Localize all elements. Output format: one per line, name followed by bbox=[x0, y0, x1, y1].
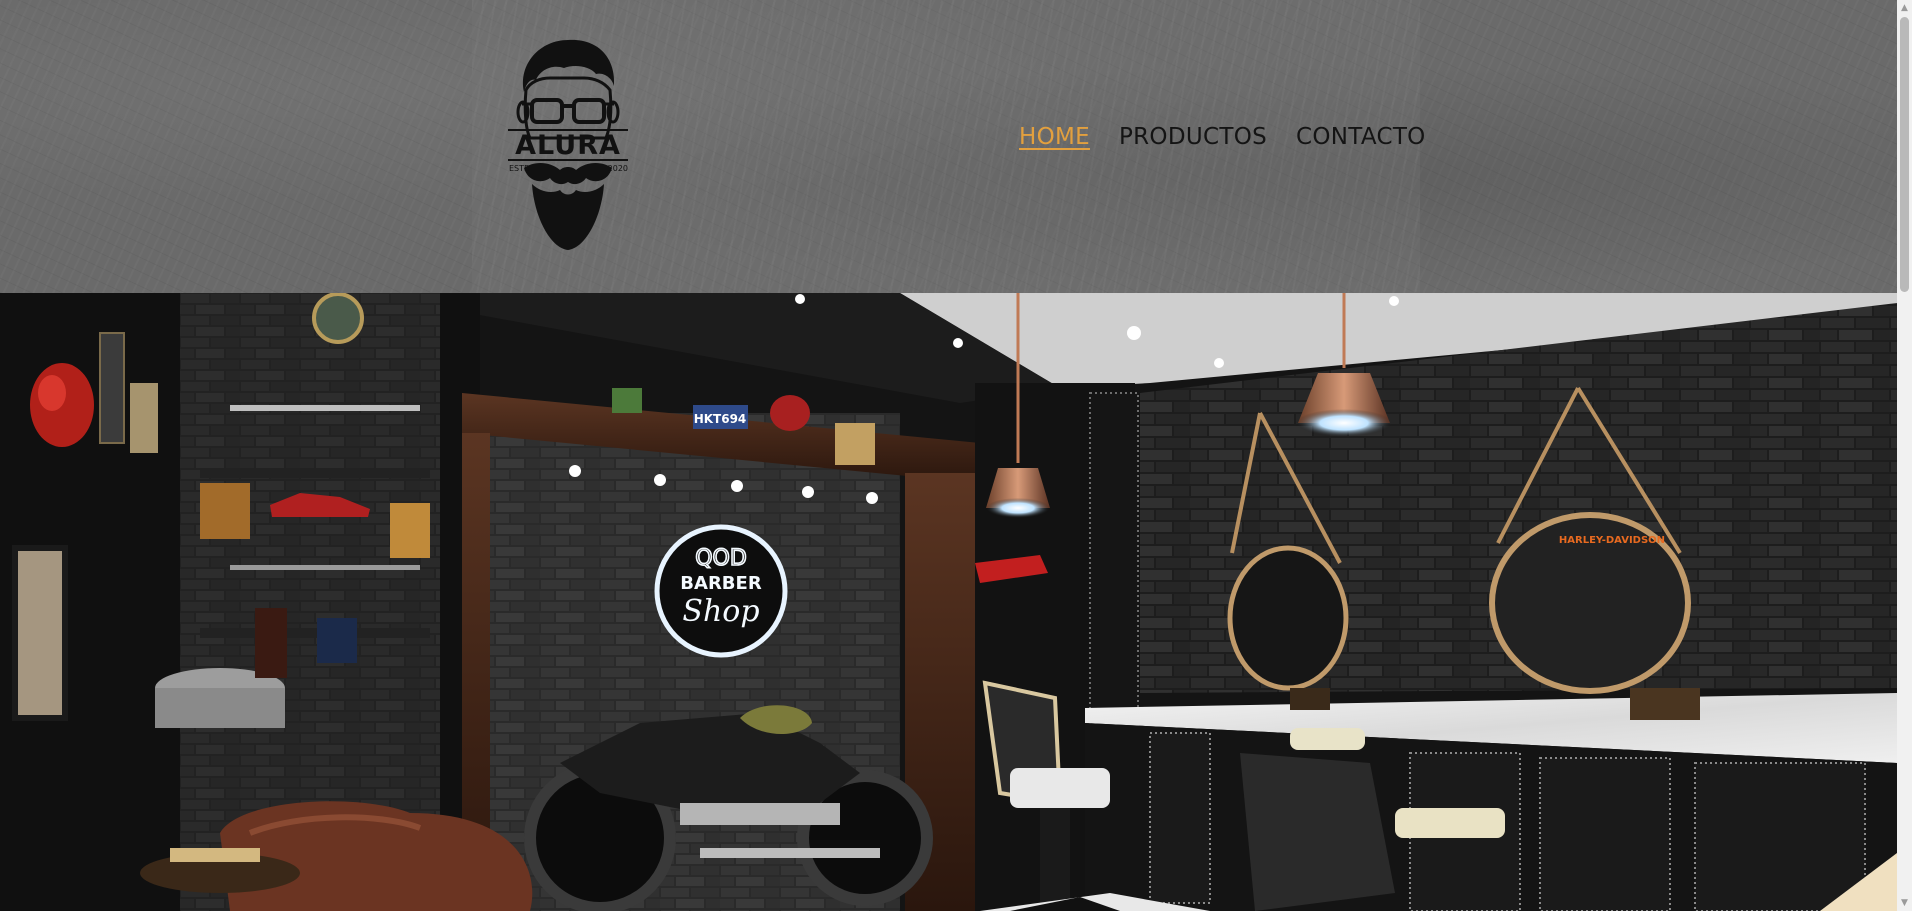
scrollbar-thumb[interactable] bbox=[1900, 17, 1909, 292]
hero-barbershop-image: HKT694 QOD BARBER Shop HARLEY-DAVIDSON bbox=[0, 293, 1897, 911]
license-plate-text: HKT694 bbox=[694, 412, 747, 426]
nav-link-contacto[interactable]: CONTACTO bbox=[1296, 124, 1426, 150]
logo-estd-label: ESTD bbox=[509, 164, 531, 173]
page: ALURA ESTD 2020 HOME PRODUCTOS CONTACTO bbox=[0, 0, 1912, 911]
sign-line-3: Shop bbox=[682, 594, 759, 629]
mirror-sign-text: HARLEY-DAVIDSON bbox=[1559, 535, 1665, 546]
site-header: ALURA ESTD 2020 HOME PRODUCTOS CONTACTO bbox=[0, 0, 1897, 293]
nav-link-productos[interactable]: PRODUCTOS bbox=[1119, 124, 1267, 150]
barbershop-photo: HKT694 QOD BARBER Shop HARLEY-DAVIDSON bbox=[0, 293, 1897, 911]
scroll-up-arrow-icon[interactable]: ▲ bbox=[1897, 1, 1912, 15]
logo-wordmark: ALURA bbox=[515, 130, 621, 161]
vertical-scrollbar[interactable]: ▲ ▼ bbox=[1897, 0, 1912, 911]
sign-line-1: QOD bbox=[695, 546, 747, 571]
scroll-down-arrow-icon[interactable]: ▼ bbox=[1897, 896, 1912, 910]
sign-line-2: BARBER bbox=[680, 573, 762, 594]
nav-link-home[interactable]: HOME bbox=[1019, 124, 1090, 150]
main-nav: HOME PRODUCTOS CONTACTO bbox=[1019, 124, 1455, 150]
brand-logo[interactable]: ALURA ESTD 2020 bbox=[504, 34, 632, 254]
logo-year-label: 2020 bbox=[607, 164, 628, 173]
